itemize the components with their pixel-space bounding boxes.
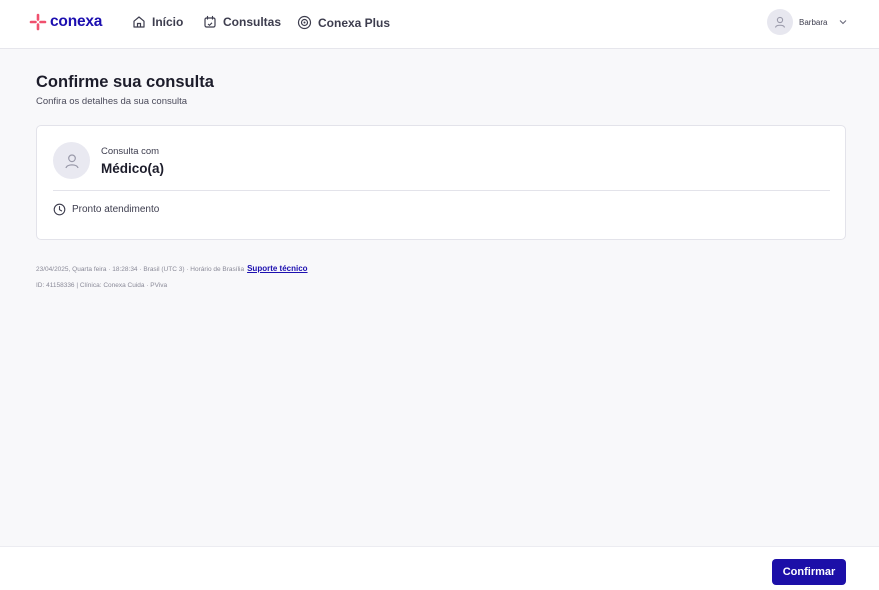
conexa-logo[interactable]: conexa — [29, 13, 102, 31]
timing-label: Pronto atendimento — [72, 204, 160, 215]
consult-label: Consulta com — [101, 146, 160, 157]
top-navbar: conexa Início Consultas Conexa Plus Barb… — [0, 0, 879, 49]
user-name: Barbara — [799, 17, 828, 27]
doctor-avatar — [53, 142, 90, 179]
calendar-icon — [204, 15, 216, 28]
user-icon — [774, 16, 786, 28]
logo-mark-icon — [29, 13, 47, 31]
user-icon — [64, 153, 79, 168]
page-subtitle: Confira os detalhes da sua consulta — [36, 96, 188, 107]
nav-item-consultas[interactable]: Consultas — [203, 15, 281, 29]
nav-item-conexa-plus[interactable]: Conexa Plus — [297, 15, 390, 30]
nav-label-consultas: Consultas — [223, 15, 282, 29]
appointment-card: Consulta com Médico(a) Pronto atendiment… — [36, 125, 846, 240]
avatar — [767, 9, 793, 35]
confirm-button[interactable]: Confirmar — [772, 559, 846, 585]
appointment-timing: Pronto atendimento — [53, 203, 159, 216]
chevron-down-icon[interactable] — [838, 17, 848, 27]
card-divider — [53, 190, 830, 191]
clock-icon — [53, 203, 66, 216]
target-icon — [297, 15, 312, 30]
nav-label-inicio: Início — [152, 15, 184, 29]
bottom-bar: Confirmar — [0, 546, 879, 590]
logo-text: conexa — [50, 13, 103, 30]
session-info: 23/04/2025, Quarta feira · 18:28:34 · Br… — [36, 264, 308, 273]
doctor-name: Médico(a) — [101, 161, 165, 176]
session-ids: ID: 41158336 | Clínica: Conexa Cuida · P… — [36, 282, 168, 289]
nav-label-conexa-plus: Conexa Plus — [318, 15, 391, 30]
user-menu[interactable]: Barbara — [767, 9, 827, 35]
home-icon — [133, 16, 145, 28]
support-link[interactable]: Suporte técnico — [247, 264, 307, 273]
session-datetime: 23/04/2025, Quarta feira · 18:28:34 · Br… — [36, 266, 245, 273]
page-title: Confirme sua consulta — [36, 73, 214, 91]
nav-item-inicio[interactable]: Início — [132, 15, 183, 29]
